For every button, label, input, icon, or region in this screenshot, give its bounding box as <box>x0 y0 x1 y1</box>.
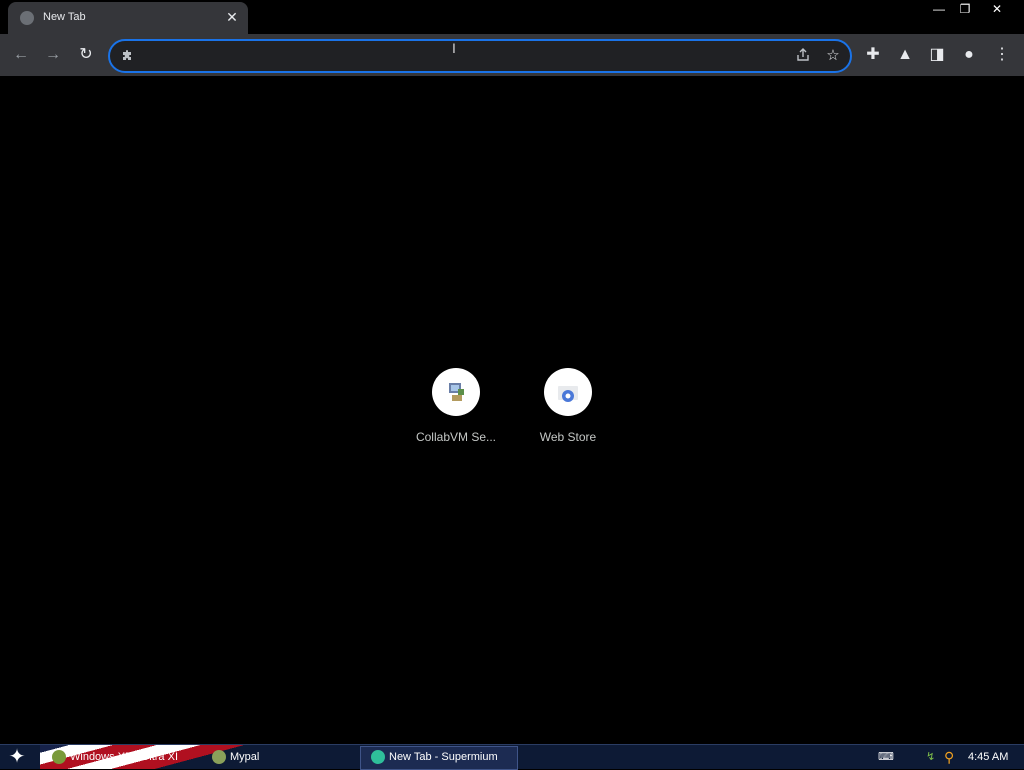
menu-kebab-icon[interactable]: ⋮ <box>991 44 1013 66</box>
forward-button[interactable]: → <box>42 44 64 66</box>
taskbar-item-supermium[interactable]: New Tab - Supermium <box>360 746 518 770</box>
bookmark-star-icon[interactable]: ☆ <box>824 47 842 65</box>
window-close-button[interactable]: ✕ <box>984 0 1010 18</box>
supermium-icon <box>371 750 385 765</box>
reload-button[interactable]: ↻ <box>75 44 97 66</box>
shortcut-collabvm[interactable]: CollabVM Se... <box>400 366 512 456</box>
address-bar[interactable]: ☆ <box>108 39 852 73</box>
keyboard-icon[interactable]: ⌨ <box>878 747 894 767</box>
network-icon[interactable]: ↯ <box>926 747 935 767</box>
tab-strip: New Tab ✕ — ❐ ✕ <box>0 0 1024 34</box>
browser-window: New Tab ✕ — ❐ ✕ ← → ↻ ☆ ✚ ▲ ◨ ● ⋮ I Coll… <box>0 0 1024 744</box>
share-icon[interactable] <box>794 47 812 65</box>
shortcut-label: CollabVM Se... <box>415 430 497 444</box>
app-icon <box>52 750 66 765</box>
omnibox-input[interactable] <box>144 45 788 69</box>
taskbar-item-label: New Tab - Supermium <box>389 751 498 763</box>
puzzle-site-icon <box>123 50 131 60</box>
extensions-icon[interactable]: ✚ <box>862 44 884 66</box>
taskbar-item-label: Windows XP / Ultra XI <box>70 751 178 763</box>
side-panel-icon[interactable]: ◨ <box>926 44 948 66</box>
clock[interactable]: 4:45 AM <box>968 747 1008 767</box>
shortcut-web-store[interactable]: Web Store <box>512 366 624 456</box>
collabvm-icon <box>432 368 480 416</box>
globe-icon <box>20 11 34 25</box>
collabvm-glyph <box>449 383 464 401</box>
back-button[interactable]: ← <box>10 44 32 66</box>
labs-flask-icon[interactable]: ▲ <box>894 44 916 66</box>
tab-title: New Tab <box>43 11 86 23</box>
profile-avatar-icon[interactable]: ● <box>958 44 980 66</box>
web-store-glyph <box>558 386 578 402</box>
start-button[interactable]: ✦ <box>6 747 28 767</box>
shortcut-label: Web Store <box>539 430 597 444</box>
share-glyph <box>797 48 809 61</box>
text-cursor-icon: I <box>452 40 456 56</box>
search-icon[interactable]: ⚲ <box>944 747 954 767</box>
taskbar-item-windows[interactable]: Windows XP / Ultra XI <box>52 747 178 767</box>
mypal-icon <box>212 750 226 765</box>
restore-button[interactable]: ❐ <box>952 0 978 18</box>
site-info-icon[interactable] <box>120 48 134 62</box>
taskbar-item-content: New Tab - Supermium <box>371 747 498 767</box>
minimize-button[interactable]: — <box>926 0 952 18</box>
tab-new-tab[interactable]: New Tab ✕ <box>8 2 248 34</box>
taskbar: ✦ Windows XP / Ultra XI Mypal New Tab - … <box>0 744 1024 770</box>
web-store-icon <box>544 368 592 416</box>
taskbar-item-mypal[interactable]: Mypal <box>212 747 259 767</box>
tab-close-button[interactable]: ✕ <box>224 9 240 25</box>
taskbar-item-label: Mypal <box>230 751 260 763</box>
toolbar: ← → ↻ ☆ ✚ ▲ ◨ ● ⋮ <box>0 34 1024 76</box>
